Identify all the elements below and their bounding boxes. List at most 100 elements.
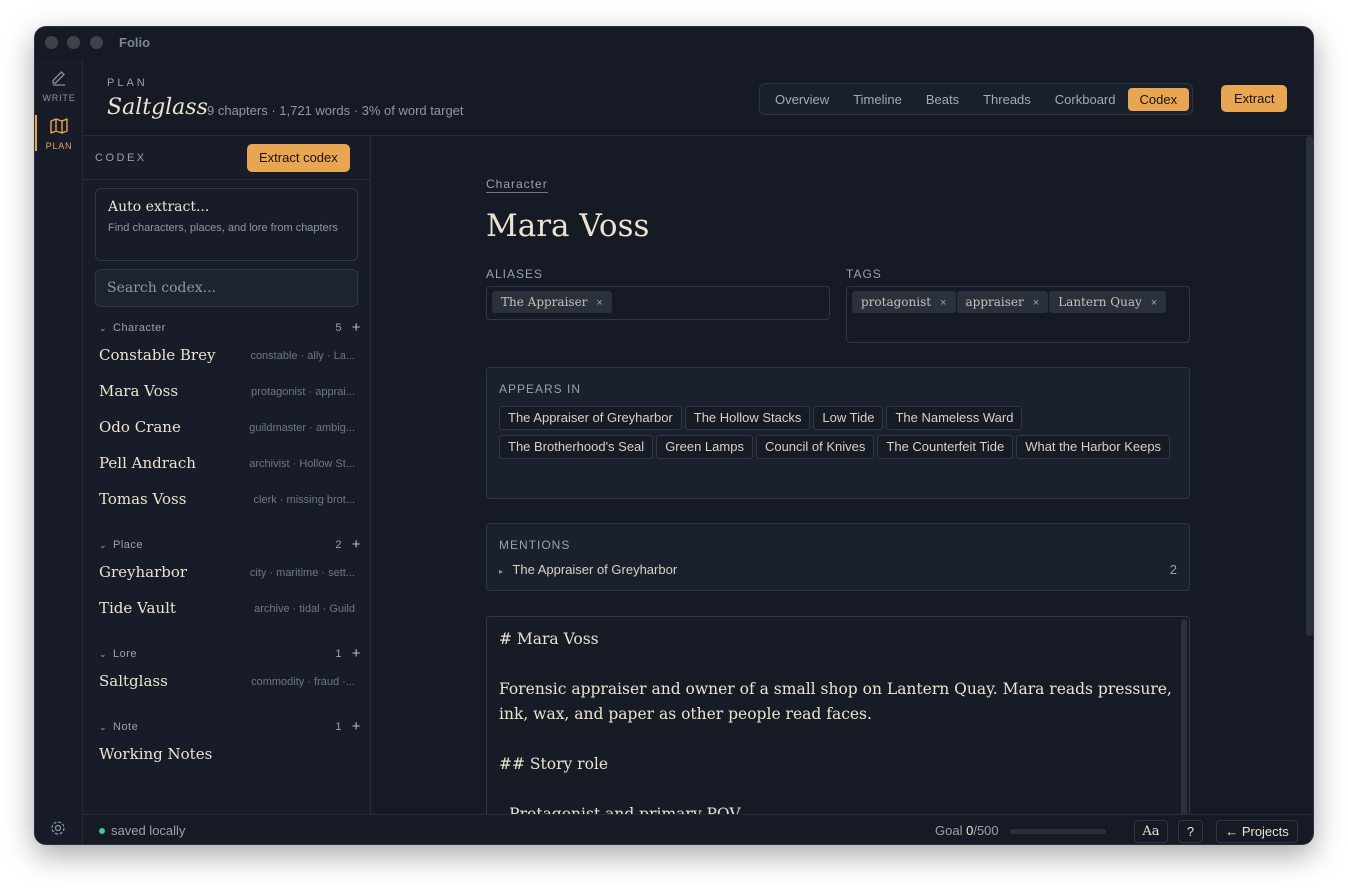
codex-entry[interactable]: Tomas Voss clerk · missing brot... <box>99 488 355 514</box>
remove-chip-icon[interactable]: × <box>1033 297 1039 309</box>
tab-codex[interactable]: Codex <box>1127 87 1190 111</box>
group-count: 1 <box>335 721 342 733</box>
map-icon <box>50 118 68 134</box>
goal-progress-bar <box>1010 829 1106 834</box>
codex-entry[interactable]: Pell Andrach archivist · Hollow St... <box>99 452 355 478</box>
tags-label: TAGS <box>846 267 882 281</box>
codex-entry[interactable]: Tide Vault archive · tidal · Guild <box>99 597 355 623</box>
codex-search-input[interactable] <box>95 269 358 307</box>
codex-entry[interactable]: Saltglass commodity · fraud ·... <box>99 670 355 696</box>
editor-scrollbar[interactable] <box>1181 619 1187 814</box>
group-header-character[interactable]: ⌄ Character 5 + <box>99 319 361 338</box>
tab-corkboard[interactable]: Corkboard <box>1043 88 1128 111</box>
entry-tags: guildmaster · ambig... <box>249 422 355 434</box>
group-name: Place <box>113 539 144 551</box>
chapter-chip[interactable]: Green Lamps <box>656 435 753 459</box>
chapter-chip[interactable]: The Appraiser of Greyharbor <box>499 406 682 430</box>
rail-write-button[interactable]: WRITE <box>35 67 83 107</box>
extract-button[interactable]: Extract <box>1221 85 1288 112</box>
group-count: 2 <box>335 539 342 551</box>
tags-field[interactable]: protagonist × appraiser × Lantern Quay × <box>846 286 1190 343</box>
editor-paragraph: Forensic appraiser and owner of a small … <box>499 680 1177 723</box>
entry-name: Saltglass <box>99 672 168 690</box>
tab-beats[interactable]: Beats <box>914 88 971 111</box>
entry-type-link[interactable]: Character <box>486 177 548 193</box>
editor-heading: # Mara Voss <box>499 630 599 648</box>
font-settings-button[interactable]: Aa <box>1134 820 1168 843</box>
add-entry-icon[interactable]: + <box>352 536 361 553</box>
mode-rail: WRITE PLAN <box>35 59 83 844</box>
help-button[interactable]: ? <box>1178 820 1203 843</box>
codex-entry[interactable]: Working Notes <box>99 743 355 769</box>
project-meta: 9 chapters · 1,721 words · 3% of word ta… <box>207 103 464 118</box>
remove-chip-icon[interactable]: × <box>1151 297 1157 309</box>
group-header-place[interactable]: ⌄ Place 2 + <box>99 536 361 555</box>
chevron-down-icon[interactable]: ⌄ <box>99 649 113 660</box>
group-count: 5 <box>335 322 342 334</box>
codex-entry[interactable]: Greyharbor city · maritime · sett... <box>99 561 355 587</box>
chapter-chip[interactable]: Low Tide <box>813 406 884 430</box>
entry-tags: commodity · fraud ·... <box>251 676 355 688</box>
main-scrollbar[interactable] <box>1306 136 1313 636</box>
chapter-chip[interactable]: The Nameless Ward <box>886 406 1023 430</box>
entry-name: Constable Brey <box>99 346 216 364</box>
entry-name: Mara Voss <box>99 382 179 400</box>
group-header-lore[interactable]: ⌄ Lore 1 + <box>99 645 361 664</box>
add-entry-icon[interactable]: + <box>352 319 361 336</box>
markdown-editor[interactable]: # Mara Voss Forensic appraiser and owner… <box>486 616 1190 814</box>
chevron-down-icon[interactable]: ⌄ <box>99 722 113 733</box>
entry-name: Working Notes <box>99 745 213 763</box>
tab-threads[interactable]: Threads <box>971 88 1043 111</box>
extract-codex-button[interactable]: Extract codex <box>247 144 350 172</box>
word-goal: Goal 0/500 <box>935 823 999 838</box>
codex-entry[interactable]: Constable Brey constable · ally · La... <box>99 344 355 370</box>
chip-label: appraiser <box>965 295 1024 309</box>
remove-chip-icon[interactable]: × <box>596 297 602 309</box>
auto-extract-title: Auto extract... <box>108 199 210 215</box>
goal-label: Goal <box>935 823 963 838</box>
entry-name: Pell Andrach <box>99 454 196 472</box>
entry-name: Greyharbor <box>99 563 188 581</box>
entry-title[interactable]: Mara Voss <box>486 208 649 244</box>
chapter-chip[interactable]: The Counterfeit Tide <box>877 435 1014 459</box>
status-bar: saved locally Goal 0/500 Aa ? ← Projects <box>83 814 1313 844</box>
chapter-chip[interactable]: What the Harbor Keeps <box>1016 435 1171 459</box>
codex-entry[interactable]: Mara Voss protagonist · apprai... <box>99 380 355 406</box>
entry-name: Odo Crane <box>99 418 181 436</box>
entry-tags: city · maritime · sett... <box>249 567 355 579</box>
codex-entry[interactable]: Odo Crane guildmaster · ambig... <box>99 416 355 442</box>
tab-overview[interactable]: Overview <box>763 88 841 111</box>
chapter-chip[interactable]: Council of Knives <box>755 435 875 459</box>
aliases-field[interactable]: The Appraiser × <box>486 286 830 320</box>
tab-timeline[interactable]: Timeline <box>841 88 914 111</box>
chevron-down-icon[interactable]: ⌄ <box>99 323 113 334</box>
editor-list-item: - Protagonist and primary POV <box>499 805 741 814</box>
mention-count: 2 <box>1169 562 1177 577</box>
close-window-button[interactable] <box>45 36 58 49</box>
zoom-window-button[interactable] <box>90 36 103 49</box>
appears-in-list: The Appraiser of Greyharbor The Hollow St… <box>499 406 1179 464</box>
tag-chip: protagonist × <box>852 291 956 313</box>
mentions-card: MENTIONS ▸ The Appraiser of Greyharbor 2 <box>486 523 1190 591</box>
auto-extract-card[interactable]: Auto extract... Find characters, places,… <box>95 188 358 261</box>
chevron-down-icon[interactable]: ⌄ <box>99 540 113 551</box>
minimize-window-button[interactable] <box>67 36 80 49</box>
settings-button[interactable] <box>49 819 67 842</box>
expand-triangle-icon[interactable]: ▸ <box>499 567 503 576</box>
mentions-label: MENTIONS <box>499 538 571 552</box>
section-kicker: PLAN <box>107 77 148 89</box>
rail-plan-button[interactable]: PLAN <box>35 115 83 155</box>
tag-chip: Lantern Quay × <box>1049 291 1167 313</box>
add-entry-icon[interactable]: + <box>352 645 361 662</box>
chapter-chip[interactable]: The Brotherhood's Seal <box>499 435 654 459</box>
group-name: Lore <box>113 648 138 660</box>
add-entry-icon[interactable]: + <box>352 718 361 735</box>
group-header-note[interactable]: ⌄ Note 1 + <box>99 718 361 737</box>
projects-button[interactable]: ← Projects <box>1216 820 1298 843</box>
mention-title: The Appraiser of Greyharbor <box>512 562 678 577</box>
remove-chip-icon[interactable]: × <box>940 297 946 309</box>
chapter-chip[interactable]: The Hollow Stacks <box>684 406 811 430</box>
chip-label: The Appraiser <box>501 295 588 309</box>
mention-row[interactable]: ▸ The Appraiser of Greyharbor 2 <box>499 562 1177 577</box>
editor-subheading: ## Story role <box>499 755 609 773</box>
